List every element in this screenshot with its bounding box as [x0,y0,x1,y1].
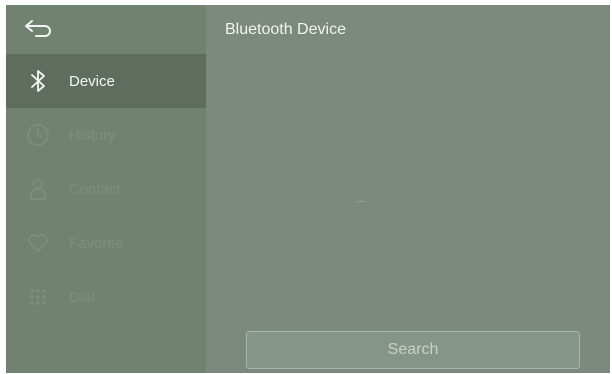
sidebar-item-device[interactable]: Device [6,54,206,108]
back-arrow-icon [24,19,52,44]
back-button[interactable] [20,17,56,45]
person-icon [26,177,50,201]
dialpad-icon [26,285,50,309]
sidebar-nav: Device History Contact Favorite Dial [6,54,206,324]
bluetooth-icon [26,69,50,93]
search-button[interactable]: Search [246,331,580,369]
bluetooth-screen: Device History Contact Favorite Dial Blu… [6,5,610,373]
clock-icon [26,123,50,147]
sidebar-item-label: Contact [69,180,121,198]
sidebar-item-dial[interactable]: Dial [6,270,206,324]
sidebar-item-favorite[interactable]: Favorite [6,216,206,270]
main-panel: Bluetooth Device Search [206,5,610,373]
sidebar: Device History Contact Favorite Dial [6,5,206,373]
heart-icon [26,231,50,255]
page-title: Bluetooth Device [225,21,346,38]
sidebar-item-label: Favorite [69,234,124,252]
sidebar-item-history[interactable]: History [6,108,206,162]
sidebar-item-label: Device [69,72,115,90]
sidebar-item-label: Dial [69,288,95,306]
sidebar-item-contact[interactable]: Contact [6,162,206,216]
sidebar-item-label: History [69,126,116,144]
loading-indicator [356,201,366,202]
